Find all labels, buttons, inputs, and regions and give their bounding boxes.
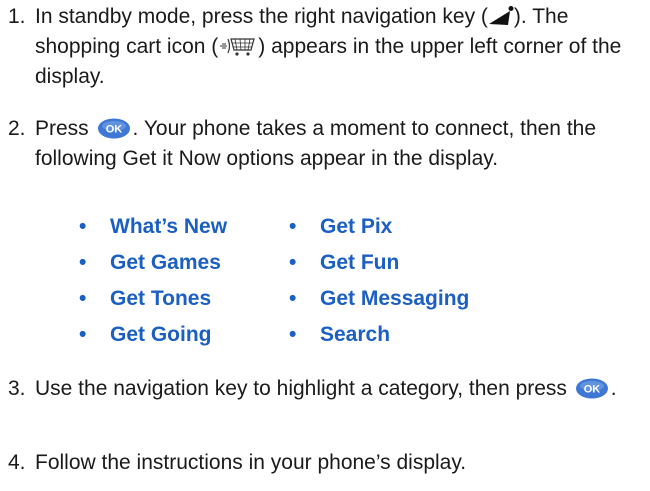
bullet-icon: • bbox=[79, 323, 87, 346]
bullet-icon: • bbox=[79, 287, 87, 310]
step-text: In standby mode, press the right navigat… bbox=[35, 5, 622, 88]
bullet-icon: • bbox=[289, 323, 297, 346]
bullet-icon: • bbox=[79, 215, 87, 238]
step-text: Follow the instructions in your phone’s … bbox=[35, 451, 467, 474]
ok-key-icon: OK bbox=[575, 378, 608, 399]
step-3: 3. Use the navigation key to highlight a… bbox=[8, 374, 644, 404]
ok-key-icon: OK bbox=[97, 118, 130, 139]
ok-key-label: OK bbox=[584, 384, 601, 396]
ok-key-label: OK bbox=[105, 124, 122, 136]
option-label: Get Pix bbox=[320, 215, 393, 238]
bullet-icon: • bbox=[289, 251, 297, 274]
get-it-now-options-list: • What’s New • Get Games • Get Tones • G… bbox=[79, 212, 599, 352]
step-4: 4. Follow the instructions in your phone… bbox=[8, 448, 644, 478]
step-number: 4. bbox=[8, 451, 26, 474]
step-1: 1. In standby mode, press the right navi… bbox=[8, 2, 644, 92]
bullet-icon: • bbox=[79, 251, 87, 274]
instruction-page: 1. In standby mode, press the right navi… bbox=[0, 0, 650, 491]
option-label: Get Going bbox=[110, 323, 212, 346]
right-navigation-key-icon bbox=[488, 6, 514, 25]
option-label: Search bbox=[320, 323, 391, 346]
option-label: Get Messaging bbox=[320, 287, 470, 310]
shopping-cart-icon bbox=[220, 38, 256, 56]
step-text: Use the navigation key to highlight a ca… bbox=[35, 377, 617, 400]
step-number: 2. bbox=[8, 117, 26, 140]
bullet-icon: • bbox=[289, 215, 297, 238]
option-label: What’s New bbox=[110, 215, 228, 238]
step-number: 1. bbox=[8, 5, 26, 28]
step-number: 3. bbox=[8, 377, 26, 400]
step-2: 2. Press OK. Your phone takes a moment t… bbox=[8, 114, 644, 174]
option-label: Get Games bbox=[110, 251, 221, 274]
bullet-icon: • bbox=[289, 287, 297, 310]
step-text: Press OK. Your phone takes a moment to c… bbox=[35, 117, 597, 170]
option-label: Get Tones bbox=[110, 287, 212, 310]
option-label: Get Fun bbox=[320, 251, 400, 274]
